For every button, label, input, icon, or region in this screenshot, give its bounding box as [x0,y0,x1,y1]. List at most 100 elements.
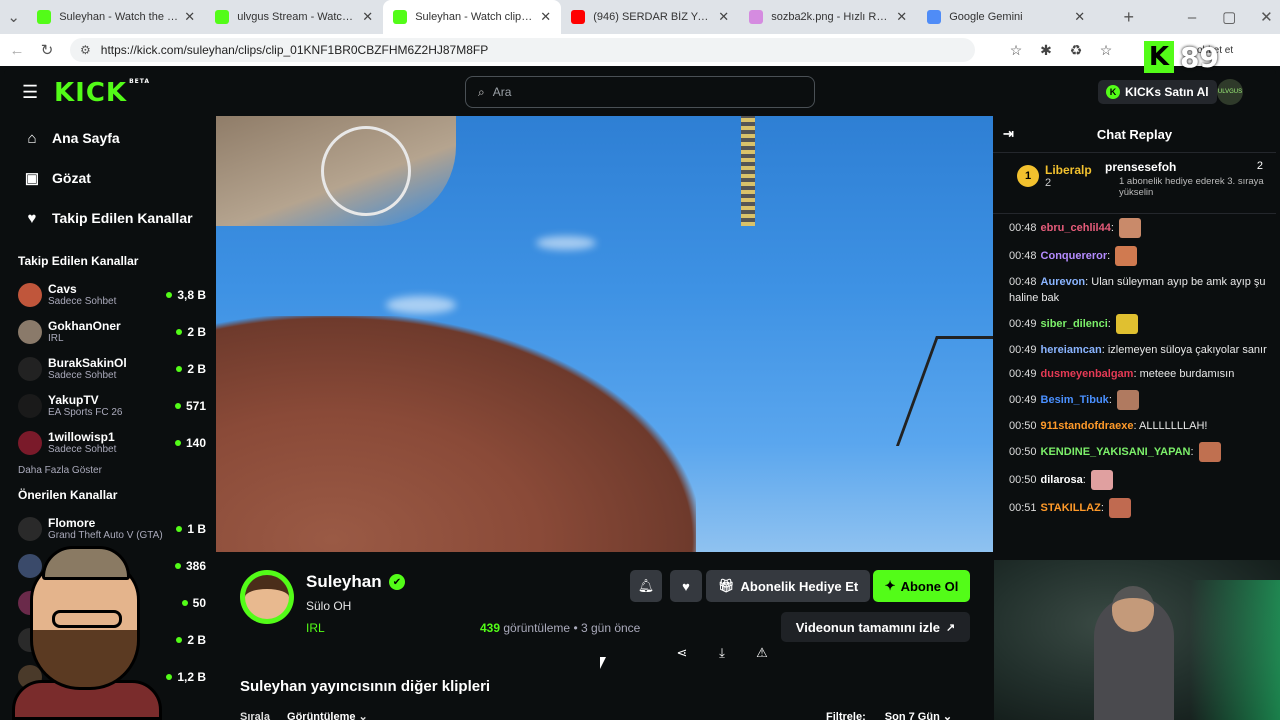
channel-name: BurakSakinOl [48,356,127,370]
browser-tab[interactable]: Suleyhan - Watch the VOD o ✕ [27,0,205,34]
channel-category[interactable]: IRL [306,621,325,635]
browser-tab-bar: ⌄ Suleyhan - Watch the VOD o✕ulvgus Stre… [0,0,1280,34]
site-info-icon[interactable]: ⚙ [80,43,91,57]
chat-message: 00:50 dilarosa: [1009,470,1268,490]
chat-message: 00:48 Conquereror: [1009,246,1268,266]
chat-username[interactable]: hereiamcan [1041,344,1102,356]
live-dot-icon [176,636,183,643]
performance-icon[interactable]: ♻ [1061,42,1091,59]
viewer-count: 50 [181,596,206,610]
close-tab-icon[interactable]: ✕ [718,9,729,25]
bookmark-icon[interactable]: ☆ [1001,42,1031,59]
favorites-icon[interactable]: ☆ [1091,42,1121,59]
live-dot-icon [176,365,183,372]
sidebar-nav-item[interactable]: ♥ Takip Edilen Kanallar [4,198,216,238]
gift-icon: 🎁︎ [718,578,735,593]
chat-timestamp: 00:50 [1009,445,1037,458]
chat-username[interactable]: Aurevon [1041,276,1086,288]
followed-heading: Takip Edilen Kanallar [18,254,139,268]
download-icon[interactable]: ⤓ [707,638,737,668]
leaderboard-second: prensesefoh 2 1 abonelik hediye ederek 3… [1105,160,1265,198]
share-icon[interactable]: ⋖ [667,638,697,668]
close-tab-icon[interactable]: ✕ [540,9,551,25]
close-tab-icon[interactable]: ✕ [896,9,907,25]
chat-username[interactable]: STAKILLAZ [1041,502,1101,514]
sidebar-nav-item[interactable]: ⌂ Ana Sayfa [4,118,216,158]
collapse-chat-icon[interactable]: ⇥ [1003,126,1014,142]
new-tab-button[interactable]: + [1115,7,1142,28]
back-icon[interactable]: ← [2,42,32,59]
avatar-hat [42,546,130,580]
chevron-down-icon: ⌄ [358,711,368,720]
reload-icon[interactable]: ↻ [32,41,62,59]
kick-viewer-badge-overlay: K 89 [1144,40,1219,74]
viewer-count-value: 3,8 B [177,287,206,302]
gift-subscription-button[interactable]: 🎁︎ Abonelik Hediye Et [706,570,871,602]
user-avatar[interactable]: ULVGUS [1217,79,1243,105]
chat-username[interactable]: ebru_cehlil44 [1041,222,1111,234]
clip-title: Sülo OH [306,599,352,613]
chat-username[interactable]: dilarosa [1041,474,1083,486]
buy-kicks-button[interactable]: K KICKs Satın Al [1098,80,1217,104]
sidebar-channel[interactable]: BurakSakinOl Sadece Sohbet 2 B [4,350,216,387]
browser-tab[interactable]: (946) SERDAR BİZ YABANCI D ✕ [561,0,739,34]
chat-timestamp: 00:48 [1009,276,1037,288]
subscribe-label: Abone Ol [900,578,959,594]
watch-full-video-button[interactable]: Videonun tamamını izle ↗ [781,612,970,642]
chat-username[interactable]: siber_dilenci [1041,318,1108,330]
browser-tab[interactable]: Suleyhan - Watch clips o ✕ [383,0,562,34]
chat-timestamp: 00:48 [1009,249,1037,262]
chat-emote [1198,442,1221,462]
close-tab-icon[interactable]: ✕ [1074,9,1085,25]
chat-title: Chat Replay [1096,126,1173,142]
sidebar-channel[interactable]: YakupTV EA Sports FC 26 571 [4,387,216,424]
chat-username[interactable]: Besim_Tibuk [1041,394,1109,406]
viewer-count: 1 B [176,522,206,536]
tab-title: Suleyhan - Watch the VOD o [59,11,178,23]
leaderboard-second-name[interactable]: prensesefoh [1105,160,1265,174]
viewer-count-value: 1 B [187,521,206,536]
maximize-icon[interactable]: ▢ [1216,8,1243,26]
subscribe-button[interactable]: ✦ Abone Ol [873,570,970,602]
close-tab-icon[interactable]: ✕ [362,9,373,25]
sidebar-channel[interactable]: 1willowisp1 Sadece Sohbet 140 [4,424,216,461]
channel-avatar [18,282,42,307]
viewer-count: 571 [174,399,206,413]
sidebar-channel[interactable]: GokhanOner IRL 2 B [4,313,216,350]
minimize-icon[interactable]: – [1178,9,1205,26]
show-more-link[interactable]: Daha Fazla Göster [4,461,216,486]
sort-control[interactable]: Sırala Görüntüleme ⌄ [240,710,368,720]
live-dot-icon [181,599,188,606]
kick-logo[interactable]: KICK BETA [54,78,150,108]
tab-list-icon[interactable]: ⌄ [0,8,27,26]
extensions-icon[interactable]: ✱ [1031,42,1061,59]
avatar-face [245,575,289,619]
clip-video-player[interactable] [216,116,993,552]
search-input[interactable]: ⌕ Ara [465,76,815,108]
follow-heart-button[interactable]: ♥ [670,570,702,602]
report-icon[interactable]: ⚠ [747,638,777,668]
sidebar-nav-item[interactable]: ▣ Gözat [4,158,216,198]
url-field[interactable]: ⚙ https://kick.com/suleyhan/clips/clip_0… [70,38,975,62]
menu-icon[interactable]: ☰ [22,82,38,103]
chat-username[interactable]: 911standofdraexe [1041,420,1134,432]
close-tab-icon[interactable]: ✕ [184,9,195,25]
browser-tab[interactable]: ulvgus Stream - Watch Live o ✕ [205,0,383,34]
chat-message: 00:49 dusmeyenbalgam: meteee burdamısın [1009,368,1235,380]
chat-username[interactable]: KENDINE_YAKISANI_YAPAN [1041,446,1191,458]
viewer-count: 3,8 B [166,288,206,302]
close-window-icon[interactable]: ✕ [1253,8,1280,26]
video-cloud [536,236,596,250]
notification-bell-button[interactable]: 🔔︎ [630,570,662,602]
chat-username[interactable]: Conquereror [1041,250,1108,262]
channel-name[interactable]: Suleyhan [306,572,382,592]
browser-tab[interactable]: sozba2k.png - Hızlı Resim ✕ [739,0,917,34]
chat-username[interactable]: dusmeyenbalgam [1041,368,1134,380]
channel-avatar[interactable] [240,570,294,624]
filter-control[interactable]: Filtrele: Son 7 Gün ⌄ [826,710,952,720]
browser-tab[interactable]: Google Gemini ✕ [917,0,1095,34]
sidebar-channel[interactable]: Cavs Sadece Sohbet 3,8 B [4,276,216,313]
view-count: 439 [480,621,501,635]
leaderboard-first-name[interactable]: Liberalp [1045,163,1092,177]
leaderboard-second-count: 2 [1256,160,1263,172]
